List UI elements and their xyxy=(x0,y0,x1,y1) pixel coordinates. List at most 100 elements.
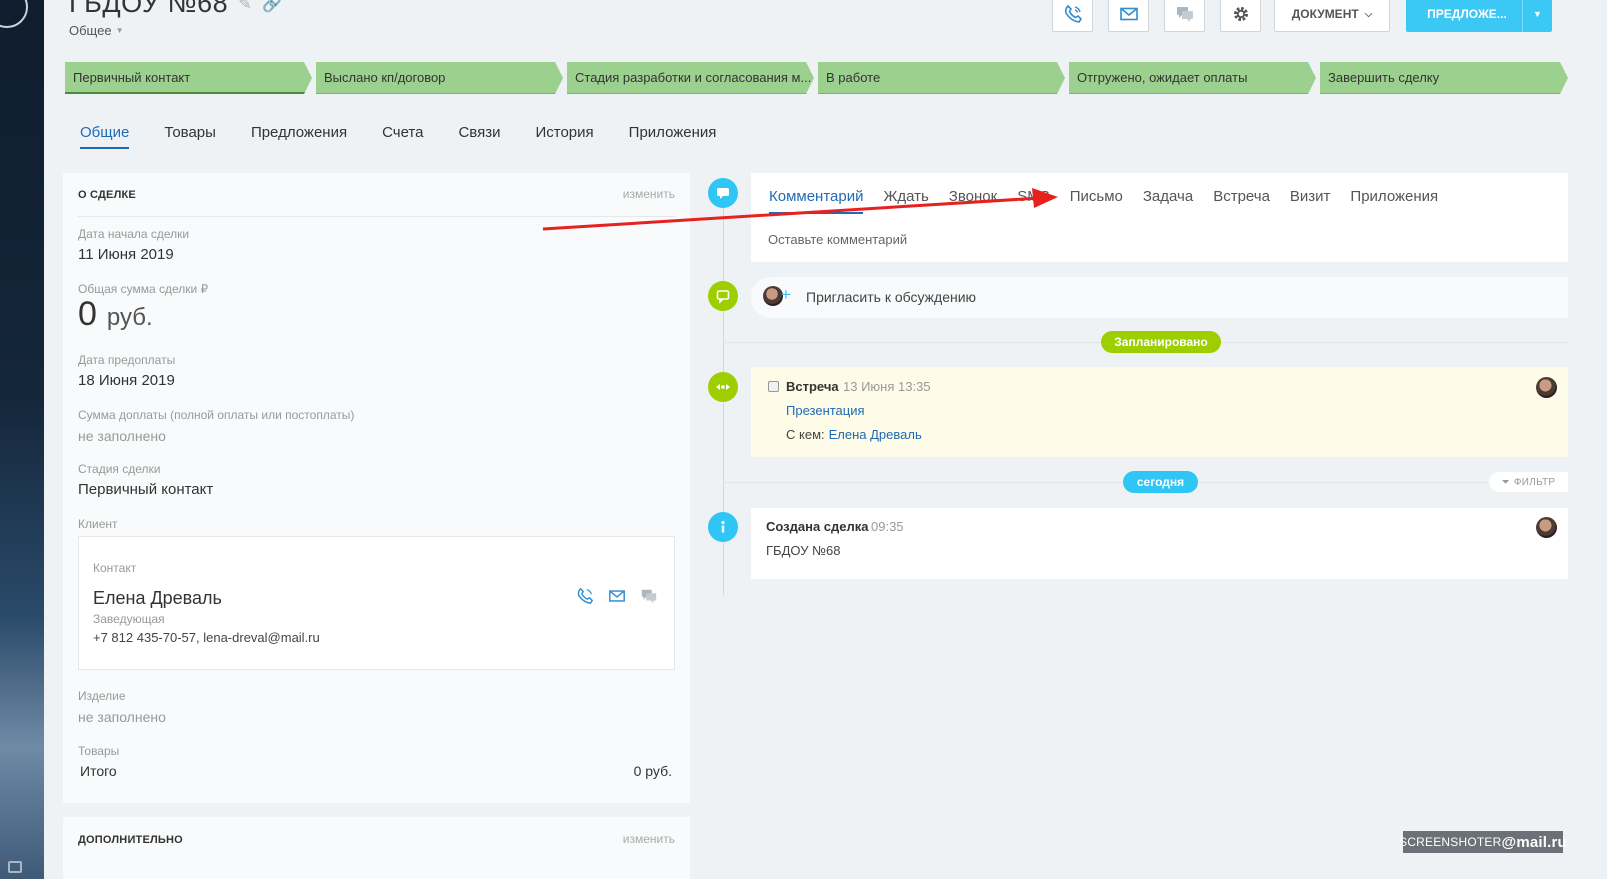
sum-value: 0 xyxy=(78,295,97,333)
chat-bubbles-icon xyxy=(1176,7,1193,22)
today-badge: сегодня xyxy=(1123,471,1198,493)
dropdown-arrow-icon[interactable]: ▼ xyxy=(1522,0,1552,32)
tab-invoices[interactable]: Счета xyxy=(382,124,423,149)
event-title: Создана сделка xyxy=(766,519,869,534)
stage-item[interactable]: Первичный контакт xyxy=(65,62,312,94)
chat-button[interactable] xyxy=(1164,0,1205,32)
email-button[interactable] xyxy=(1108,0,1149,32)
stage-item[interactable]: В работе xyxy=(818,62,1065,94)
sum-currency: руб. xyxy=(106,304,153,331)
filter-label: ФИЛЬТР xyxy=(1513,476,1556,488)
stage-item[interactable]: Отгружено, ожидает оплаты xyxy=(1069,62,1316,94)
comment-dot xyxy=(708,178,738,208)
invite-to-discussion[interactable]: + Пригласить к обсуждению xyxy=(751,277,1568,318)
meeting-with: С кем: Елена Древаль xyxy=(786,427,922,442)
chat-bubbles-icon[interactable] xyxy=(640,587,658,605)
plus-icon[interactable]: + xyxy=(781,285,791,305)
envelope-icon xyxy=(1119,7,1138,21)
discussion-dot xyxy=(708,281,738,311)
category-label: Общее xyxy=(69,23,112,38)
field-label: Товары xyxy=(78,744,120,758)
printer-icon[interactable] xyxy=(8,861,22,873)
handshake-icon xyxy=(716,384,730,390)
tab-products[interactable]: Товары xyxy=(164,124,216,149)
edit-link[interactable]: изменить xyxy=(623,187,675,201)
proposal-button[interactable]: ПРЕДЛОЖЕ... ▼ xyxy=(1406,0,1552,32)
meeting-topic-link[interactable]: Презентация xyxy=(786,403,865,418)
settings-button[interactable] xyxy=(1220,0,1261,32)
info-dot xyxy=(708,512,738,542)
tab-applications[interactable]: Приложения xyxy=(1350,188,1438,214)
divider xyxy=(78,216,675,217)
tab-sms[interactable]: SMS xyxy=(1017,188,1050,214)
editor-tabs: Комментарий Ждать Звонок SMS Письмо Зада… xyxy=(769,188,1458,214)
comment-input[interactable]: Оставьте комментарий xyxy=(768,232,907,247)
menu-circle-icon[interactable] xyxy=(0,0,28,28)
filter-button[interactable]: ⏷ ФИЛЬТР xyxy=(1489,472,1568,492)
category-selector[interactable]: Общее ▼ xyxy=(69,23,124,38)
tab-links[interactable]: Связи xyxy=(458,124,500,149)
complete-checkbox[interactable] xyxy=(768,381,779,392)
event-time: 09:35 xyxy=(871,519,904,534)
contact-position: Заведующая xyxy=(93,612,165,626)
total-value: 0 руб. xyxy=(633,763,672,779)
call-button[interactable] xyxy=(1052,0,1093,32)
document-button[interactable]: ДОКУМЕНТ ⌵ xyxy=(1274,0,1390,32)
total-label: Итого xyxy=(80,763,117,779)
invite-label: Пригласить к обсуждению xyxy=(806,289,977,305)
phone-icon xyxy=(1064,4,1082,23)
phone-icon[interactable] xyxy=(576,587,594,605)
stage-bar: Первичный контакт Выслано кп/договор Ста… xyxy=(65,62,1568,94)
product-value: не заполнено xyxy=(78,709,166,725)
meeting-activity: Встреча 13 Июня 13:35 Презентация С кем:… xyxy=(751,367,1568,457)
link-icon[interactable]: 🔗 xyxy=(262,0,282,14)
tab-meeting[interactable]: Встреча xyxy=(1213,188,1270,214)
contact-actions xyxy=(576,587,658,605)
contact-info: +7 812 435-70-57, lena-dreval@mail.ru xyxy=(93,630,320,645)
contact-name[interactable]: Елена Древаль xyxy=(93,588,222,609)
page-title: ГБДОУ №68 ✎ 🔗 xyxy=(69,0,283,19)
watermark: SCREENSHOTER @mail.ru xyxy=(1399,831,1567,853)
tab-proposals[interactable]: Предложения xyxy=(251,124,347,149)
chevron-down-icon: ▼ xyxy=(115,26,124,35)
tab-visit[interactable]: Визит xyxy=(1290,188,1331,214)
event-description: ГБДОУ №68 xyxy=(766,543,841,558)
stage-item[interactable]: Стадия разработки и согласования м... xyxy=(567,62,814,94)
left-sidebar-strip xyxy=(0,0,44,879)
tab-history[interactable]: История xyxy=(535,124,593,149)
extra-info-card: ДОПОЛНИТЕЛЬНО изменить xyxy=(63,817,690,879)
stage-item[interactable]: Выслано кп/договор xyxy=(316,62,563,94)
deal-info-card: О СДЕЛКЕ изменить Дата начала сделки 11 … xyxy=(63,173,690,803)
tab-email[interactable]: Письмо xyxy=(1070,188,1123,214)
tab-general[interactable]: Общие xyxy=(80,124,130,149)
extra-sum-value: не заполнено xyxy=(78,428,166,444)
deal-sum: 0 руб. xyxy=(78,295,153,334)
stage-item[interactable]: Завершить сделку xyxy=(1320,62,1568,94)
tab-call[interactable]: Звонок xyxy=(949,188,997,214)
field-label: Сумма доплаты (полной оплаты или постопл… xyxy=(78,408,355,422)
contact-label: Контакт xyxy=(93,561,137,575)
funnel-icon: ⏷ xyxy=(1501,476,1510,488)
start-date-value: 11 Июня 2019 xyxy=(78,246,174,263)
field-label: Общая сумма сделки ₽ xyxy=(78,282,209,296)
tab-apps[interactable]: Приложения xyxy=(629,124,717,149)
pencil-icon[interactable]: ✎ xyxy=(238,0,252,14)
comment-icon xyxy=(717,188,729,199)
tab-wait[interactable]: Ждать xyxy=(883,188,928,214)
chat-icon xyxy=(716,290,730,304)
info-icon xyxy=(721,520,725,533)
activity-title: Встреча xyxy=(786,379,839,394)
contact-link[interactable]: Елена Древаль xyxy=(829,427,922,442)
section-heading: О СДЕЛКЕ xyxy=(78,189,136,201)
envelope-icon[interactable] xyxy=(608,587,626,605)
field-label: Дата предоплаты xyxy=(78,353,176,367)
watermark-text: SCREENSHOTER xyxy=(1399,835,1502,849)
edit-link[interactable]: изменить xyxy=(623,832,675,846)
activity-time: 13 Июня 13:35 xyxy=(843,379,931,394)
activity-editor: Комментарий Ждать Звонок SMS Письмо Зада… xyxy=(751,173,1568,262)
tab-comment[interactable]: Комментарий xyxy=(769,188,864,214)
watermark-domain: @mail.ru xyxy=(1501,833,1567,851)
tab-task[interactable]: Задача xyxy=(1143,188,1193,214)
avatar xyxy=(1536,377,1557,398)
main-tabs: Общие Товары Предложения Счета Связи Ист… xyxy=(80,124,751,149)
